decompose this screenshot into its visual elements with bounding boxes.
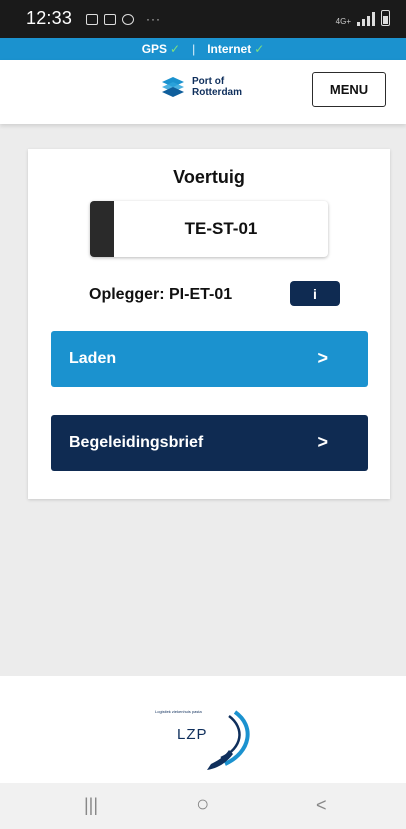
lzp-logo-text: LZP	[177, 726, 208, 743]
trailer-label: Oplegger: PI-ET-01	[89, 286, 233, 303]
more-icon: ···	[146, 12, 161, 26]
notification-icons: ···	[86, 12, 161, 26]
recents-icon[interactable]: |||	[84, 795, 98, 816]
chevron-right-icon: >	[317, 432, 328, 452]
port-of-rotterdam-logo: Port of Rotterdam	[160, 76, 242, 98]
home-icon[interactable]: ○	[196, 791, 209, 817]
system-nav-bar: ||| ○ <	[0, 783, 406, 829]
footer: Logistiek ziekenhuis pasta LZP	[0, 676, 406, 783]
gps-label: GPS	[141, 42, 168, 56]
begeleidingsbrief-button-label: Begeleidingsbrief	[69, 434, 204, 451]
logo-mark-icon	[162, 77, 184, 97]
vehicle-plate-box[interactable]: TE-ST-01	[90, 201, 328, 257]
internet-label: Internet	[207, 42, 252, 56]
logo-line-1: Port of	[192, 76, 225, 87]
menu-button[interactable]: MENU	[312, 72, 386, 107]
status-bar: 12:33 ··· 4G+	[0, 0, 406, 38]
laden-button[interactable]: Laden >	[51, 331, 368, 387]
network-type-label: 4G+	[335, 17, 351, 26]
chat-icon	[104, 13, 116, 25]
settings-icon	[122, 13, 134, 25]
laden-button-label: Laden	[69, 350, 117, 367]
signal-icon	[357, 12, 375, 26]
lzp-tagline: Logistiek ziekenhuis pasta	[155, 709, 202, 714]
connection-status-bar: GPS ✓ | Internet ✓	[0, 38, 406, 60]
status-time: 12:33	[26, 8, 73, 28]
vehicle-card: Voertuig TE-ST-01 Oplegger: PI-ET-01 i L…	[28, 149, 390, 499]
internet-check-icon: ✓	[254, 42, 265, 56]
gps-check-icon: ✓	[170, 42, 181, 56]
vehicle-color-stripe	[90, 201, 114, 257]
trailer-info-button[interactable]: i	[290, 281, 340, 306]
connection-separator: |	[192, 42, 196, 56]
lzp-logo: Logistiek ziekenhuis pasta LZP	[155, 706, 255, 777]
vehicle-plate: TE-ST-01	[184, 219, 258, 238]
gallery-icon	[86, 13, 98, 25]
chevron-right-icon: >	[317, 348, 328, 368]
battery-icon	[381, 10, 390, 26]
begeleidingsbrief-button[interactable]: Begeleidingsbrief >	[51, 415, 368, 471]
back-icon[interactable]: <	[316, 795, 327, 816]
logo-line-2: Rotterdam	[192, 87, 243, 98]
system-icons: 4G+	[336, 10, 390, 26]
card-title: Voertuig	[173, 167, 245, 187]
app-header: Port of Rotterdam MENU	[0, 60, 406, 124]
